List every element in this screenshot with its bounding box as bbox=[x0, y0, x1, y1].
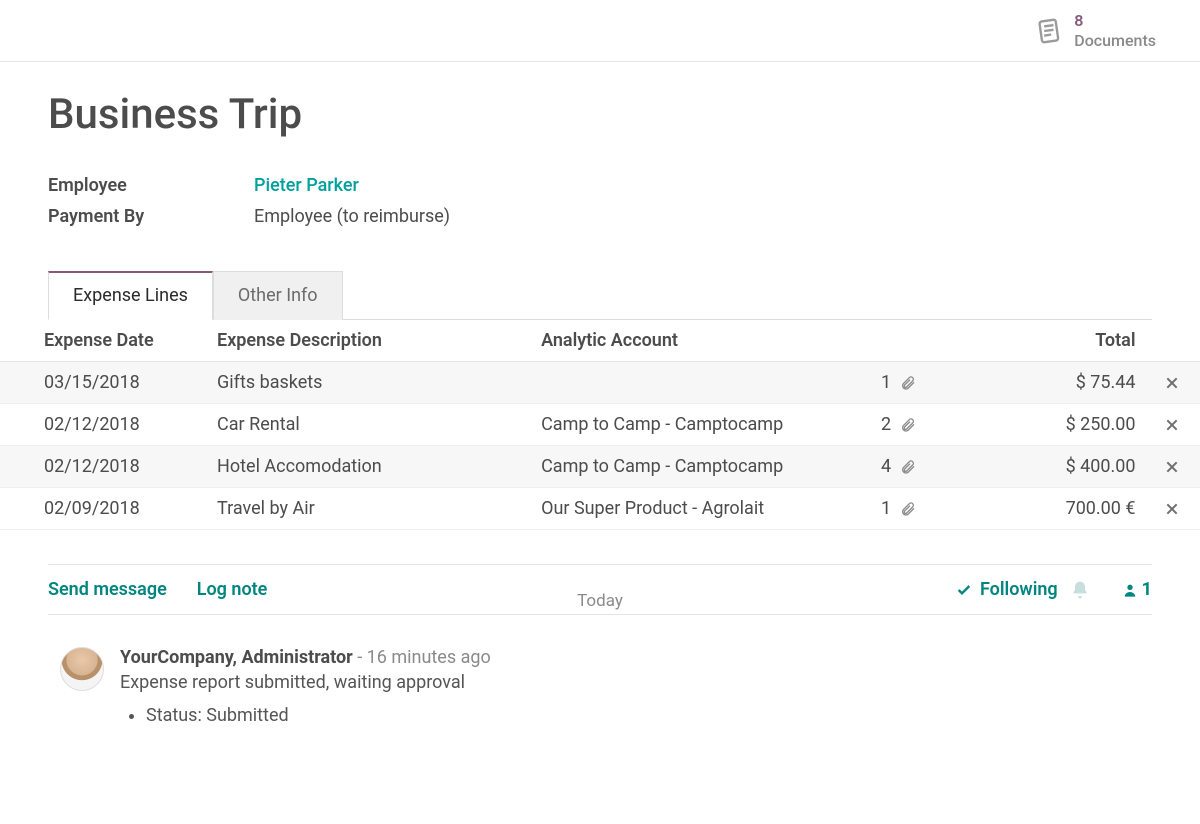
topbar: 8 Documents bbox=[0, 0, 1200, 62]
payment-label: Payment By bbox=[48, 206, 254, 227]
documents-label: Documents bbox=[1074, 31, 1156, 50]
message-time: - 16 minutes ago bbox=[357, 647, 491, 668]
cell-total: $ 75.44 bbox=[924, 362, 1144, 404]
cell-acct: Camp to Camp - Camptocamp bbox=[533, 446, 857, 488]
message-body: Expense report submitted, waiting approv… bbox=[120, 672, 491, 693]
cell-delete[interactable] bbox=[1144, 488, 1200, 530]
followers-count: 1 bbox=[1142, 579, 1152, 600]
following-label: Following bbox=[980, 579, 1058, 600]
avatar[interactable] bbox=[60, 647, 104, 691]
send-message-button[interactable]: Send message bbox=[48, 579, 167, 600]
cell-total: 700.00 € bbox=[924, 488, 1144, 530]
documents-button[interactable]: 8 Documents bbox=[1036, 11, 1156, 49]
table-row[interactable]: 02/12/2018Car RentalCamp to Camp - Campt… bbox=[0, 404, 1200, 446]
cell-delete[interactable] bbox=[1144, 446, 1200, 488]
table-row[interactable]: 03/15/2018Gifts baskets 1 $ 75.44 bbox=[0, 362, 1200, 404]
tracking-item: Status: Submitted bbox=[146, 705, 491, 726]
following-button[interactable]: Following bbox=[956, 579, 1058, 600]
col-header-acct[interactable]: Analytic Account bbox=[533, 320, 857, 362]
person-icon bbox=[1122, 579, 1138, 600]
thread-divider-label: Today bbox=[563, 591, 637, 611]
cell-desc: Travel by Air bbox=[209, 488, 533, 530]
table-row[interactable]: 02/09/2018Travel by AirOur Super Product… bbox=[0, 488, 1200, 530]
message-author[interactable]: YourCompany, Administrator bbox=[120, 647, 353, 668]
cell-total: $ 400.00 bbox=[924, 446, 1144, 488]
check-icon bbox=[956, 579, 972, 600]
cell-desc: Car Rental bbox=[209, 404, 533, 446]
paperclip-icon[interactable] bbox=[900, 372, 916, 393]
table-row[interactable]: 02/12/2018Hotel AccomodationCamp to Camp… bbox=[0, 446, 1200, 488]
cell-date: 02/09/2018 bbox=[0, 488, 209, 530]
followers-button[interactable]: 1 bbox=[1122, 579, 1152, 600]
cell-delete[interactable] bbox=[1144, 362, 1200, 404]
log-note-button[interactable]: Log note bbox=[197, 579, 268, 600]
tabs: Expense Lines Other Info bbox=[48, 271, 1152, 320]
cell-total: $ 250.00 bbox=[924, 404, 1144, 446]
cell-attachments[interactable]: 2 bbox=[857, 404, 924, 446]
thread-divider: Today bbox=[48, 603, 1152, 623]
documents-count: 8 bbox=[1074, 11, 1156, 30]
close-icon[interactable] bbox=[1164, 456, 1180, 477]
bell-icon[interactable] bbox=[1070, 579, 1090, 600]
message: YourCompany, Administrator - 16 minutes … bbox=[48, 631, 1152, 730]
cell-acct: Our Super Product - Agrolait bbox=[533, 488, 857, 530]
form-sheet: Business Trip Employee Pieter Parker Pay… bbox=[0, 62, 1200, 730]
cell-delete[interactable] bbox=[1144, 404, 1200, 446]
cell-date: 02/12/2018 bbox=[0, 446, 209, 488]
cell-date: 02/12/2018 bbox=[0, 404, 209, 446]
cell-attachments[interactable]: 1 bbox=[857, 362, 924, 404]
tab-other-info[interactable]: Other Info bbox=[213, 271, 343, 320]
expense-lines-table: Expense Date Expense Description Analyti… bbox=[0, 320, 1200, 530]
cell-desc: Gifts baskets bbox=[209, 362, 533, 404]
employee-label: Employee bbox=[48, 175, 254, 196]
cell-attachments[interactable]: 1 bbox=[857, 488, 924, 530]
employee-value[interactable]: Pieter Parker bbox=[254, 175, 359, 196]
tab-expense-lines[interactable]: Expense Lines bbox=[48, 271, 213, 320]
paperclip-icon[interactable] bbox=[900, 414, 916, 435]
col-header-desc[interactable]: Expense Description bbox=[209, 320, 533, 362]
col-header-date[interactable]: Expense Date bbox=[0, 320, 209, 362]
message-tracking-list: Status: Submitted bbox=[146, 705, 491, 726]
documents-icon bbox=[1036, 17, 1064, 45]
cell-attachments[interactable]: 4 bbox=[857, 446, 924, 488]
field-payment: Payment By Employee (to reimburse) bbox=[48, 206, 1152, 227]
close-icon[interactable] bbox=[1164, 498, 1180, 519]
paperclip-icon[interactable] bbox=[900, 456, 916, 477]
cell-acct: Camp to Camp - Camptocamp bbox=[533, 404, 857, 446]
field-employee: Employee Pieter Parker bbox=[48, 175, 1152, 196]
cell-desc: Hotel Accomodation bbox=[209, 446, 533, 488]
payment-value: Employee (to reimburse) bbox=[254, 206, 450, 227]
close-icon[interactable] bbox=[1164, 414, 1180, 435]
col-header-total[interactable]: Total bbox=[924, 320, 1144, 362]
cell-date: 03/15/2018 bbox=[0, 362, 209, 404]
col-header-attachments bbox=[857, 320, 924, 362]
paperclip-icon[interactable] bbox=[900, 498, 916, 519]
col-header-delete bbox=[1144, 320, 1200, 362]
cell-acct bbox=[533, 362, 857, 404]
record-title: Business Trip bbox=[48, 90, 1152, 139]
close-icon[interactable] bbox=[1164, 372, 1180, 393]
